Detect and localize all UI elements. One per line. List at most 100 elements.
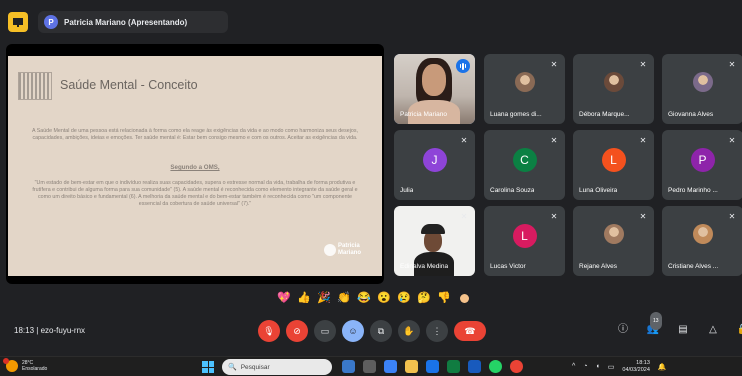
volume-icon[interactable]: ◖ — [596, 363, 600, 370]
store-icon[interactable] — [426, 360, 439, 373]
participant-tile[interactable]: C ✕ Carolina Souza — [484, 130, 565, 200]
reaction-emoji[interactable]: 👏 — [336, 290, 352, 306]
notification-icon[interactable]: 🔔 — [658, 363, 667, 371]
activities-button[interactable]: △ — [706, 322, 720, 338]
participant-count-badge: 13 — [650, 312, 662, 330]
participant-avatar — [603, 224, 624, 244]
people-button[interactable]: 13 👥 — [646, 312, 662, 338]
reaction-emoji[interactable]: 😢 — [396, 290, 412, 306]
whatsapp-icon[interactable] — [489, 360, 502, 373]
windows-taskbar: 28°C Ensolarado 🔍 Pesquisar ^ ◔ ◖ ▭ 18:1… — [0, 356, 742, 376]
presentation-stage: Saúde Mental - Conceito A Saúde Mental d… — [6, 44, 384, 284]
skin-tone-selector[interactable] — [456, 290, 472, 306]
participant-tile[interactable]: ✕ Luana gomes di... — [484, 54, 565, 124]
participant-tile[interactable]: L ✕ Luna Oliveira — [573, 130, 654, 200]
slide-subtitle: Segundo a OMS, — [170, 164, 220, 171]
more-options-button[interactable]: ⋮ — [426, 320, 448, 342]
presentation-slide: Saúde Mental - Conceito A Saúde Mental d… — [8, 56, 382, 276]
mic-off-button[interactable]: 🎙 — [258, 320, 280, 342]
clock-date: 04/03/2024 — [622, 366, 650, 373]
chat-icon: ▤ — [678, 324, 688, 335]
raise-hand-button[interactable]: ✋ — [398, 320, 420, 342]
participant-name: Cristiane Alves ... — [668, 263, 719, 270]
mic-muted-icon: ✕ — [460, 136, 468, 145]
word-icon[interactable] — [468, 360, 481, 373]
participant-tile[interactable]: ✕ Edinalva Medina — [394, 206, 475, 276]
participant-tile[interactable]: L ✕ Lucas Victor — [484, 206, 565, 276]
mic-muted-icon: ✕ — [550, 60, 558, 69]
reaction-bar: 💖 👍 🎉 👏 😂 😮 😢 🤔 👎 — [276, 290, 472, 306]
participant-avatar — [692, 72, 713, 92]
reaction-emoji[interactable]: 🤔 — [416, 290, 432, 306]
wifi-icon[interactable]: ◔ — [583, 363, 587, 370]
reaction-emoji[interactable]: 💖 — [276, 290, 292, 306]
participant-tile[interactable]: ✕ Rejane Alves — [573, 206, 654, 276]
weather-widget[interactable]: 28°C Ensolarado — [3, 358, 48, 372]
call-controls: 🎙 ⊘ ▭ ☺ ⧉ ✋ ⋮ ☎ — [258, 320, 486, 342]
start-button[interactable] — [202, 361, 214, 373]
brand-line2: Mariano — [338, 250, 362, 256]
participant-tile[interactable]: P ✕ Pedro Marinho ... — [662, 130, 742, 200]
meeting-time: 18:13 — [14, 326, 35, 335]
participant-name: Luna Oliveira — [579, 187, 618, 194]
participant-tile[interactable]: ✕ Cristiane Alves ... — [662, 206, 742, 276]
present-button[interactable]: ⧉ — [370, 320, 392, 342]
battery-icon[interactable]: ▭ — [608, 363, 615, 371]
excel-icon[interactable] — [447, 360, 460, 373]
file-explorer-icon[interactable] — [405, 360, 418, 373]
participant-avatar: J — [422, 148, 447, 172]
participant-name: Lucas Victor — [490, 263, 526, 270]
slide-brand-logo: Patricia Mariano — [324, 240, 364, 262]
weather-alert-badge — [3, 358, 9, 364]
participant-name: Edinalva Medina — [400, 263, 449, 270]
leave-call-button[interactable]: ☎ — [454, 321, 486, 341]
reaction-emoji[interactable]: 👍 — [296, 290, 312, 306]
captions-button[interactable]: ▭ — [314, 320, 336, 342]
pinned-apps — [342, 360, 523, 373]
top-bar: P Patricia Mariano (Apresentando) — [0, 0, 742, 36]
reactions-button[interactable]: ☺ — [342, 320, 364, 342]
activities-icon: △ — [709, 324, 717, 335]
meeting-separator: | — [36, 326, 39, 335]
participant-avatar — [603, 72, 624, 92]
participant-name: Patricia Mariano — [400, 111, 447, 118]
presenter-chip[interactable]: P Patricia Mariano (Apresentando) — [38, 11, 228, 33]
participant-tile[interactable]: ✕ Débora Marque... — [573, 54, 654, 124]
host-controls-button[interactable]: 🔒 — [736, 322, 742, 338]
participant-tile[interactable]: J ✕ Julia — [394, 130, 475, 200]
mic-muted-icon: ✕ — [728, 212, 736, 221]
participant-name: Julia — [400, 187, 414, 194]
participant-avatar: L — [512, 224, 537, 248]
sun-icon — [3, 358, 18, 372]
mic-muted-icon: ✕ — [639, 212, 647, 221]
camera-off-button[interactable]: ⊘ — [286, 320, 308, 342]
participant-name: Giovanna Alves — [668, 111, 714, 118]
taskbar-search[interactable]: 🔍 Pesquisar — [222, 359, 332, 375]
tray-overflow-icon[interactable]: ^ — [572, 363, 575, 370]
reaction-emoji[interactable]: 😮 — [376, 290, 392, 306]
side-panel-buttons: ⓘ 13 👥 ▤ △ 🔒 — [616, 312, 742, 338]
edge-icon[interactable] — [384, 360, 397, 373]
system-tray: ^ ◔ ◖ ▭ 18:13 04/03/2024 🔔 — [572, 360, 667, 373]
meeting-details-button[interactable]: ⓘ — [616, 322, 630, 338]
chrome-icon[interactable] — [510, 360, 523, 373]
taskbar-clock[interactable]: 18:13 04/03/2024 — [622, 360, 650, 373]
participant-tile[interactable]: ✕ Giovanna Alves — [662, 54, 742, 124]
presenter-label: Patricia Mariano (Apresentando) — [64, 17, 188, 27]
participant-tile[interactable]: Patricia Mariano — [394, 54, 475, 124]
reaction-emoji[interactable]: 😂 — [356, 290, 372, 306]
mic-muted-icon: ✕ — [728, 60, 736, 69]
reaction-emoji[interactable]: 🎉 — [316, 290, 332, 306]
emoji-icon: ☺ — [348, 326, 358, 336]
participant-name: Luana gomes di... — [490, 111, 542, 118]
reaction-emoji[interactable]: 👎 — [436, 290, 452, 306]
present-screen-icon: ⧉ — [377, 325, 385, 336]
weather-description: Ensolarado — [22, 366, 48, 372]
mic-muted-icon: ✕ — [728, 136, 736, 145]
participant-name: Rejane Alves — [579, 263, 617, 270]
chat-button[interactable]: ▤ — [676, 322, 690, 338]
task-view-icon[interactable] — [342, 360, 355, 373]
mic-off-icon: 🎙 — [263, 325, 275, 336]
widgets-icon[interactable] — [363, 360, 376, 373]
meet-app-icon[interactable] — [8, 12, 28, 32]
